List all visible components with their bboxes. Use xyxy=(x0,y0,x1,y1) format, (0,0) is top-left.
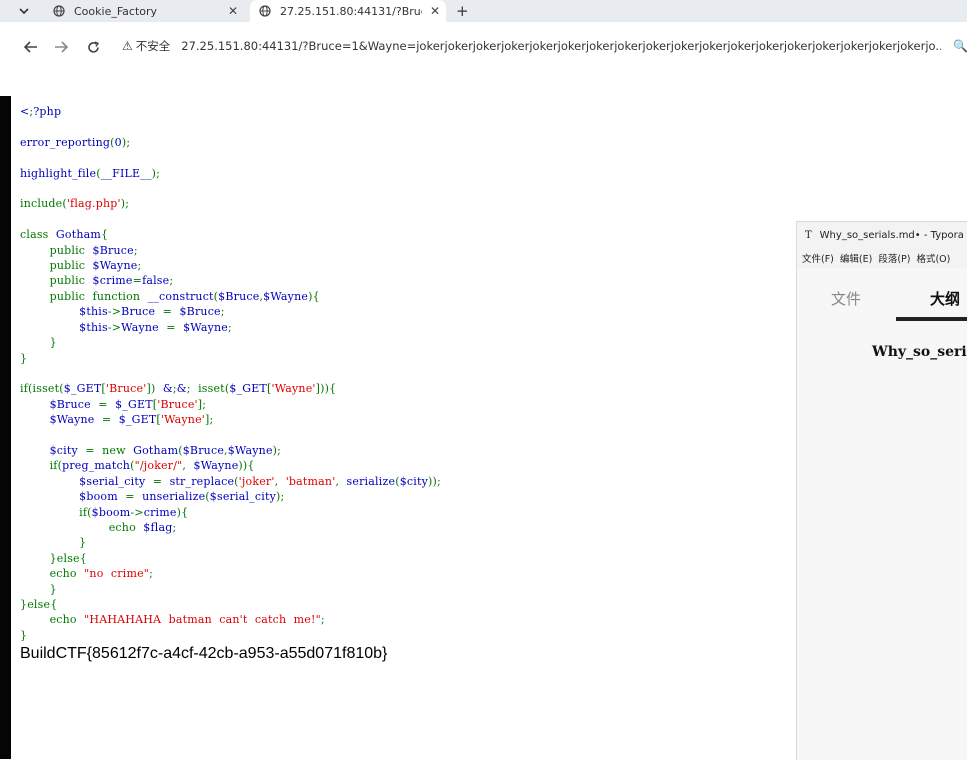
code-line: } xyxy=(49,336,57,350)
typora-app-icon: T xyxy=(805,229,812,241)
code-line: $city = new Gotham($Bruce,$Wayne); xyxy=(20,443,282,457)
code-line: } xyxy=(20,351,28,365)
typora-window[interactable]: T Why_so_serials.md• - Typora 文件(F) 编辑(E… xyxy=(796,221,967,760)
code-line: echo $flag; xyxy=(108,520,177,534)
tab-title: 27.25.151.80:44131/?Bruce= xyxy=(280,4,422,18)
flag-output: BuildCTF{85612f7c-a4cf-42cb-a953-a55d071… xyxy=(20,645,388,662)
code-line: error_reporting(0); xyxy=(20,135,131,149)
bookmarks-bar xyxy=(0,72,967,96)
arrow-left-icon xyxy=(24,41,37,53)
code-line: $serial_city = str_replace('joker', 'bat… xyxy=(20,474,441,488)
chevron-down-icon xyxy=(19,8,29,15)
tab-current-page[interactable]: 27.25.151.80:44131/?Bruce= ✕ xyxy=(250,0,446,22)
forward-button[interactable] xyxy=(50,37,72,57)
warning-icon: ⚠ xyxy=(122,39,133,53)
code-line: $this->Wayne = $Wayne; xyxy=(20,320,232,334)
code-line: }else{ xyxy=(49,551,87,565)
security-indicator[interactable]: ⚠ 不安全 xyxy=(122,38,170,54)
menu-paragraph[interactable]: 段落(P) xyxy=(878,251,910,265)
code-line: public $Wayne; xyxy=(49,259,142,273)
tab-outline[interactable]: 大纲 xyxy=(930,288,960,309)
reload-icon xyxy=(87,40,99,53)
new-tab-button[interactable]: + xyxy=(456,0,469,22)
tab-title: Cookie_Factory xyxy=(74,4,158,18)
menu-format[interactable]: 格式(O) xyxy=(916,251,950,265)
globe-icon xyxy=(258,4,272,18)
code-line: include('flag.php'); xyxy=(20,197,130,211)
typora-menubar: 文件(F) 编辑(E) 段落(P) 格式(O) xyxy=(797,248,967,268)
code-line: if(isset($_GET['Bruce']) &;&; isset($_GE… xyxy=(20,382,337,396)
tab-strip: Cookie_Factory ✕ 27.25.151.80:44131/?Bru… xyxy=(0,0,967,22)
outline-item[interactable]: Why_so_serials xyxy=(872,344,967,360)
code-line: $Bruce = $_GET['Bruce']; xyxy=(20,397,207,411)
code-line: if($boom->crime){ xyxy=(79,505,189,519)
code-line: echo "no crime"; xyxy=(49,567,153,581)
plus-icon: + xyxy=(456,2,469,20)
code-line: $boom = unserialize($serial_city); xyxy=(20,490,285,504)
code-line: $Wayne = $_GET['Wayne']; xyxy=(20,413,214,427)
menu-edit[interactable]: 编辑(E) xyxy=(840,251,872,265)
address-bar[interactable]: ⚠ 不安全 27.25.151.80:44131/?Bruce=1&Wayne=… xyxy=(113,31,967,61)
code-line: highlight_file(__FILE__); xyxy=(20,166,161,180)
tab-search-button[interactable] xyxy=(14,2,34,20)
typora-window-title: Why_so_serials.md• - Typora xyxy=(819,229,964,241)
browser-toolbar: ⚠ 不安全 27.25.151.80:44131/?Bruce=1&Wayne=… xyxy=(0,22,967,72)
code-line: $this->Bruce = $Bruce; xyxy=(20,305,225,319)
menu-file[interactable]: 文件(F) xyxy=(802,251,834,265)
code-line: if(preg_match("/joker/", $Wayne)){ xyxy=(49,459,255,473)
arrow-right-icon xyxy=(55,41,68,53)
tab-files[interactable]: 文件 xyxy=(831,288,861,309)
code-line: public $Bruce; xyxy=(49,243,138,257)
tab-cookie-factory[interactable]: Cookie_Factory ✕ xyxy=(46,0,246,22)
code-line: echo "HAHAHAHA batman can't catch me!"; xyxy=(49,613,325,627)
close-icon[interactable]: ✕ xyxy=(430,4,440,18)
zoom-icon[interactable]: 🔍 xyxy=(953,39,967,53)
code-line: public $crime=false; xyxy=(49,274,174,288)
code-line: class Gotham{ xyxy=(20,228,109,242)
code-line: } xyxy=(79,536,87,550)
security-label: 不安全 xyxy=(135,39,171,53)
php-source-code: <;?php error_reporting(0); highlight_fil… xyxy=(20,104,441,643)
window-edge xyxy=(0,96,11,759)
active-tab-indicator xyxy=(896,317,967,321)
typora-titlebar[interactable]: T Why_so_serials.md• - Typora xyxy=(797,222,967,248)
url-text[interactable]: 27.25.151.80:44131/?Bruce=1&Wayne=jokerj… xyxy=(181,39,941,53)
code-line: public function __construct($Bruce,$Wayn… xyxy=(49,289,320,303)
typora-sidebar-tabs: 文件 大纲 xyxy=(797,268,967,324)
code-line: } xyxy=(49,582,57,596)
globe-icon xyxy=(52,4,66,18)
back-button[interactable] xyxy=(20,37,42,57)
code-line: } xyxy=(20,628,28,642)
code-line: <;?php xyxy=(20,105,62,118)
close-icon[interactable]: ✕ xyxy=(228,4,238,18)
reload-button[interactable] xyxy=(82,37,104,57)
code-line: }else{ xyxy=(20,598,58,611)
